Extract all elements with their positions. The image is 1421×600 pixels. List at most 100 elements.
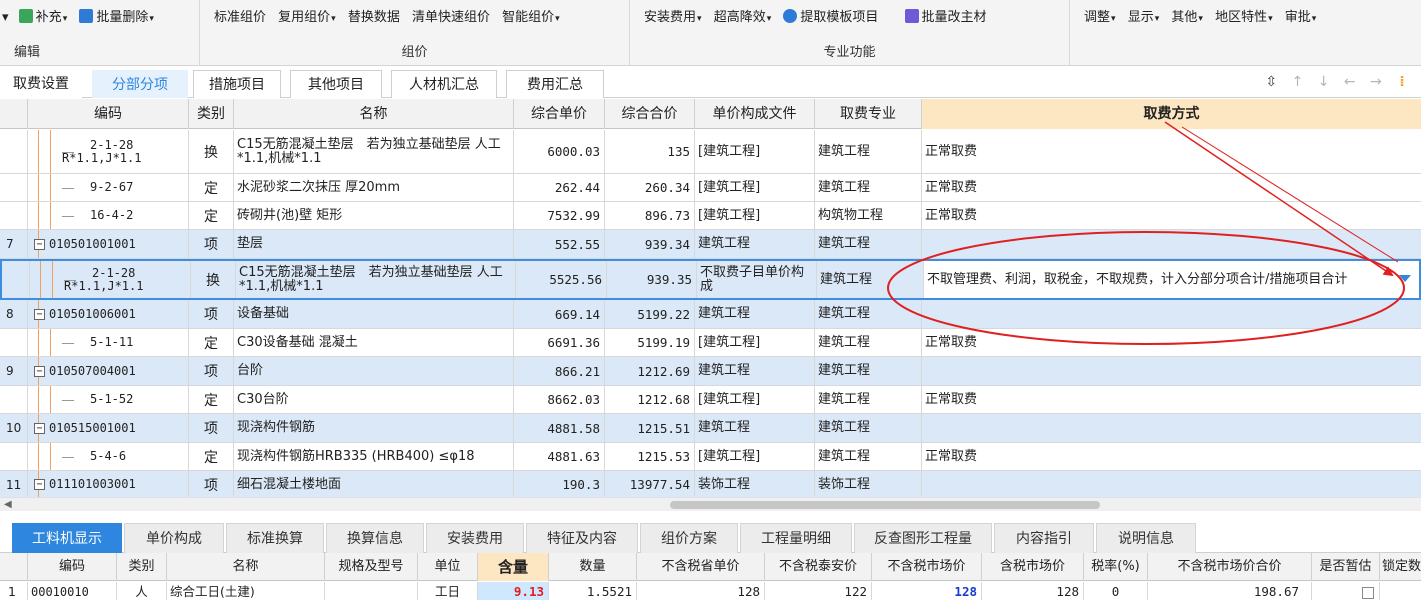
- row-code-cell[interactable]: 9-2-67: [62, 174, 189, 201]
- header-code[interactable]: 编码: [28, 99, 189, 129]
- detail-header-tax-market[interactable]: 含税市场价: [982, 553, 1084, 581]
- row-unit-price[interactable]: 552.55: [514, 230, 605, 258]
- row-name[interactable]: 水泥砂浆二次抹压 厚20mm: [234, 174, 514, 201]
- row-name[interactable]: C30设备基础 混凝土: [234, 329, 514, 356]
- row-name[interactable]: 设备基础: [234, 300, 514, 328]
- row-price-file[interactable]: 建筑工程: [695, 357, 815, 385]
- row-fee-method[interactable]: 正常取费: [922, 329, 1417, 356]
- detail-header-qty[interactable]: 数量: [549, 553, 637, 581]
- horizontal-scrollbar[interactable]: ◀: [0, 497, 1421, 511]
- row-name[interactable]: C30台阶: [234, 386, 514, 413]
- row-name[interactable]: 垫层: [234, 230, 514, 258]
- row-price-file[interactable]: 建筑工程: [695, 300, 815, 328]
- row-code-cell[interactable]: 16-4-2: [62, 202, 189, 229]
- tab-labor-material-display[interactable]: 工料机显示: [12, 523, 122, 553]
- other-button[interactable]: 其他▾: [1167, 7, 1207, 29]
- row-total-price[interactable]: 896.73: [605, 202, 695, 229]
- row-fee-major[interactable]: 构筑物工程: [815, 202, 922, 229]
- row-total-price[interactable]: 135: [605, 130, 695, 173]
- row-unit-price[interactable]: 190.3: [514, 471, 605, 497]
- row-unit-price[interactable]: 6000.03: [514, 130, 605, 173]
- list-item-row[interactable]: 8−010501006001 项设备基础 669.14 5199.22 建筑工程 建筑工程: [0, 300, 1421, 329]
- row-code-cell[interactable]: −010501001001: [34, 230, 189, 258]
- tab-conversion-info[interactable]: 换算信息: [326, 523, 424, 553]
- row-total-price[interactable]: 1215.51: [605, 414, 695, 442]
- detail-cell-code[interactable]: 00010010: [28, 582, 117, 600]
- detail-header-tax-rate[interactable]: 税率(%): [1084, 553, 1148, 581]
- row-total-price[interactable]: 1212.68: [605, 386, 695, 413]
- region-feature-button[interactable]: 地区特性▾: [1211, 7, 1277, 29]
- row-fee-method[interactable]: 不取管理费、利润，取税金，不取规费，计入分部分项合计/措施项目合计: [924, 261, 1419, 298]
- row-name[interactable]: C15无筋混凝土垫层 若为独立基础垫层 人工*1.1,机械*1.1: [234, 130, 514, 173]
- row-fee-method[interactable]: [922, 357, 1417, 385]
- scroll-left-icon[interactable]: ◀: [4, 499, 12, 510]
- row-fee-major[interactable]: 建筑工程: [815, 414, 922, 442]
- tab-fee-summary[interactable]: 费用汇总: [506, 70, 604, 98]
- row-type[interactable]: 定: [189, 443, 234, 470]
- header-unit-price[interactable]: 综合单价: [514, 99, 605, 129]
- reuse-pricing-button[interactable]: 复用组价▾: [274, 7, 340, 29]
- row-price-file[interactable]: [建筑工程]: [695, 386, 815, 413]
- row-fee-method[interactable]: 正常取费: [922, 202, 1417, 229]
- detail-cell-type[interactable]: 人: [117, 582, 167, 600]
- detail-header-lock[interactable]: 锁定数: [1380, 553, 1421, 581]
- row-price-file[interactable]: [建筑工程]: [695, 174, 815, 201]
- replace-data-button[interactable]: 替换数据: [344, 7, 404, 29]
- row-fee-major[interactable]: 建筑工程: [815, 357, 922, 385]
- supplement-button[interactable]: 补充▾: [15, 7, 72, 29]
- row-type[interactable]: 定: [189, 174, 234, 201]
- row-name[interactable]: 台阶: [234, 357, 514, 385]
- tab-other-items[interactable]: 其他项目: [290, 70, 382, 98]
- row-code-cell[interactable]: −010515001001: [34, 414, 189, 442]
- arrow-down-icon[interactable]: ↓: [1313, 71, 1335, 93]
- detail-cell-market-total[interactable]: 198.67: [1148, 582, 1312, 600]
- detail-header-provisional[interactable]: 是否暂估: [1312, 553, 1380, 581]
- batch-material-button[interactable]: 批量改主材: [901, 7, 991, 29]
- detail-cell-market-price[interactable]: 128: [872, 582, 982, 600]
- row-code-cell[interactable]: 5-4-6: [62, 443, 189, 470]
- header-fee-major[interactable]: 取费专业: [815, 99, 922, 129]
- high-efficiency-button[interactable]: 超高降效▾: [710, 7, 776, 29]
- row-type[interactable]: 项: [189, 414, 234, 442]
- row-fee-method[interactable]: 正常取费: [922, 130, 1417, 173]
- row-type[interactable]: 定: [189, 202, 234, 229]
- detail-cell-provisional[interactable]: [1312, 582, 1380, 600]
- row-unit-price[interactable]: 8662.03: [514, 386, 605, 413]
- detail-header-taian-price[interactable]: 不含税泰安价: [765, 553, 872, 581]
- row-price-file[interactable]: 装饰工程: [695, 471, 815, 497]
- smart-pricing-button[interactable]: 智能组价▾: [498, 7, 564, 29]
- row-fee-method[interactable]: [922, 414, 1417, 442]
- row-name[interactable]: 现浇构件钢筋HRB335 (HRB400) ≤φ18: [234, 443, 514, 470]
- header-price-file[interactable]: 单价构成文件: [695, 99, 815, 129]
- collapse-toggle-icon[interactable]: −: [34, 308, 45, 320]
- tab-content-guide[interactable]: 内容指引: [994, 523, 1094, 553]
- dropdown-caret-icon[interactable]: ▾: [0, 7, 11, 29]
- tab-sections[interactable]: 分部分项: [92, 70, 188, 98]
- row-fee-method[interactable]: 正常取费: [922, 386, 1417, 413]
- detail-cell-lock[interactable]: [1380, 582, 1421, 600]
- expand-collapse-icon[interactable]: ⇳: [1260, 71, 1282, 93]
- tab-install-fee[interactable]: 安装费用: [426, 523, 524, 553]
- row-fee-method[interactable]: [922, 230, 1417, 258]
- header-name[interactable]: 名称: [234, 99, 514, 129]
- row-code-cell[interactable]: 5-1-11: [62, 329, 189, 356]
- display-button[interactable]: 显示▾: [1124, 7, 1164, 29]
- adjust-button[interactable]: 调整▾: [1080, 7, 1120, 29]
- tab-fee-settings[interactable]: 取费设置: [0, 70, 82, 98]
- row-total-price[interactable]: 1215.53: [605, 443, 695, 470]
- row-total-price[interactable]: 260.34: [605, 174, 695, 201]
- extract-template-button[interactable]: 提取模板项目: [779, 7, 882, 29]
- detail-header-content[interactable]: 含量: [478, 553, 549, 581]
- row-code-cell[interactable]: −011101003001: [34, 471, 189, 497]
- row-total-price[interactable]: 13977.54: [605, 471, 695, 497]
- row-type[interactable]: 项: [189, 300, 234, 328]
- detail-cell-unit[interactable]: 工日: [418, 582, 478, 600]
- detail-header-market-total[interactable]: 不含税市场价合价: [1148, 553, 1312, 581]
- detail-cell-name[interactable]: 综合工日(土建): [167, 582, 325, 600]
- standard-pricing-button[interactable]: 标准组价: [210, 7, 270, 29]
- row-total-price[interactable]: 939.35: [607, 261, 697, 298]
- tab-features-content[interactable]: 特征及内容: [526, 523, 638, 553]
- detail-cell-qty[interactable]: 1.5521: [549, 582, 637, 600]
- detail-header-unit[interactable]: 单位: [418, 553, 478, 581]
- row-type[interactable]: 项: [189, 357, 234, 385]
